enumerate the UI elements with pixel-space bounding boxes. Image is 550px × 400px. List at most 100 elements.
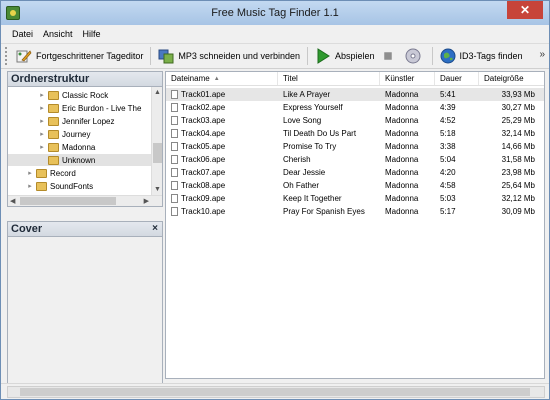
- column-header-filesize[interactable]: Dateigröße: [479, 72, 541, 85]
- tree-item-eric-burdon[interactable]: ▸ Eric Burdon - Live The: [38, 102, 151, 114]
- filename-text: Track10.ape: [181, 207, 226, 216]
- artist-cell: Madonna: [385, 116, 419, 125]
- scroll-right-icon[interactable]: ▶: [144, 197, 149, 205]
- title-cell: Love Song: [283, 116, 322, 125]
- folder-icon: [48, 116, 59, 126]
- toolbar-separator: [431, 47, 433, 65]
- filename-text: Track05.ape: [181, 142, 226, 151]
- file-row[interactable]: Track01.ape Like A Prayer Madonna 5:41 3…: [166, 88, 544, 101]
- expand-icon[interactable]: ▸: [38, 91, 46, 99]
- scroll-thumb[interactable]: [153, 143, 162, 163]
- tree-item-label: Classic Rock: [62, 90, 109, 100]
- expand-icon[interactable]: ▸: [38, 130, 46, 138]
- cover-close-icon[interactable]: ×: [152, 222, 158, 236]
- file-row[interactable]: Track02.ape Express Yourself Madonna 4:3…: [166, 101, 544, 114]
- tree-item-label: Unknown: [62, 155, 96, 165]
- tree-horizontal-scrollbar[interactable]: ◀ ▶: [8, 195, 162, 206]
- size-cell: 14,66 Mb: [501, 142, 535, 151]
- duration-cell: 5:41: [440, 90, 456, 99]
- file-icon: [171, 194, 178, 203]
- file-row[interactable]: Track05.ape Promise To Try Madonna 3:38 …: [166, 140, 544, 153]
- toolbar-grip[interactable]: [5, 47, 8, 65]
- duration-cell: 4:39: [440, 103, 456, 112]
- tree-item-label: Madonna: [62, 142, 96, 152]
- close-button[interactable]: ✕: [507, 1, 543, 19]
- column-header-artist[interactable]: Künstler: [380, 72, 435, 85]
- file-row[interactable]: Track08.ape Oh Father Madonna 4:58 25,64…: [166, 179, 544, 192]
- stop-icon: [383, 52, 392, 60]
- filename-text: Track01.ape: [181, 90, 226, 99]
- file-row[interactable]: Track07.ape Dear Jessie Madonna 4:20 23,…: [166, 166, 544, 179]
- column-header-filename[interactable]: Dateiname ▲: [166, 72, 278, 85]
- duration-cell: 5:17: [440, 207, 456, 216]
- mp3-cut-button[interactable]: MP3 schneiden und verbinden: [154, 45, 304, 67]
- title-cell: Keep It Together: [283, 194, 342, 203]
- filename-cell: Track02.ape: [166, 103, 278, 112]
- stop-button[interactable]: [379, 45, 401, 67]
- file-list[interactable]: Dateiname ▲ Titel Künstler Dauer Dateigr…: [165, 71, 545, 379]
- tree-item-classic-rock[interactable]: ▸ Classic Rock: [38, 89, 151, 101]
- menu-bar: Datei Ansicht Hilfe: [1, 25, 549, 43]
- folder-icon: [48, 142, 59, 152]
- toolbar-overflow-button[interactable]: »: [539, 49, 545, 60]
- column-header-duration[interactable]: Dauer: [435, 72, 479, 85]
- folder-tree[interactable]: ▸ Classic Rock ▸ Eric Burdon - Live The …: [7, 87, 163, 207]
- find-tags-button[interactable]: ID3-Tags finden: [436, 45, 527, 67]
- expand-icon[interactable]: ▸: [26, 182, 34, 190]
- tree-item-unknown[interactable]: Unknown: [8, 154, 151, 166]
- title-cell: Oh Father: [283, 181, 320, 190]
- cd-button[interactable]: [401, 45, 429, 67]
- file-row[interactable]: Track03.ape Love Song Madonna 4:52 25,29…: [166, 114, 544, 127]
- file-row[interactable]: Track10.ape Pray For Spanish Eyes Madonn…: [166, 205, 544, 218]
- artist-cell: Madonna: [385, 181, 419, 190]
- tag-editor-button[interactable]: Fortgeschrittener Tageditor: [12, 45, 147, 67]
- expand-icon[interactable]: ▸: [26, 169, 34, 177]
- tree-item-madonna[interactable]: ▸ Madonna: [38, 141, 151, 153]
- find-tags-label: ID3-Tags finden: [459, 51, 523, 61]
- play-button[interactable]: Abspielen: [311, 45, 379, 67]
- tree-item-jennifer-lopez[interactable]: ▸ Jennifer Lopez: [38, 115, 151, 127]
- title-cell: Dear Jessie: [283, 168, 326, 177]
- tree-item-soundfonts[interactable]: ▸ SoundFonts: [26, 180, 151, 192]
- expand-icon[interactable]: ▸: [38, 143, 46, 151]
- expand-icon[interactable]: ▸: [38, 104, 46, 112]
- scroll-left-icon[interactable]: ◀: [10, 197, 15, 205]
- size-cell: 33,93 Mb: [501, 90, 535, 99]
- menu-datei[interactable]: Datei: [7, 29, 38, 39]
- artist-cell: Madonna: [385, 90, 419, 99]
- tree-item-journey[interactable]: ▸ Journey: [38, 128, 151, 140]
- app-window: Free Music Tag Finder 1.1 ✕ Datei Ansich…: [0, 0, 550, 400]
- file-row[interactable]: Track09.ape Keep It Together Madonna 5:0…: [166, 192, 544, 205]
- title-bar: Free Music Tag Finder 1.1 ✕: [1, 1, 549, 25]
- column-header-label: Dateiname: [171, 73, 210, 83]
- folder-icon: [36, 181, 47, 191]
- file-icon: [171, 103, 178, 112]
- folder-panel-header: Ordnerstruktur: [7, 71, 163, 87]
- artist-cell: Madonna: [385, 142, 419, 151]
- column-header-title[interactable]: Titel: [278, 72, 380, 85]
- filename-text: Track08.ape: [181, 181, 226, 190]
- filename-cell: Track05.ape: [166, 142, 278, 151]
- file-icon: [171, 116, 178, 125]
- file-row[interactable]: Track06.ape Cherish Madonna 5:04 31,58 M…: [166, 153, 544, 166]
- artist-cell: Madonna: [385, 103, 419, 112]
- menu-ansicht[interactable]: Ansicht: [38, 29, 78, 39]
- scroll-up-icon[interactable]: ▲: [152, 87, 162, 98]
- tree-item-label: Record: [50, 168, 76, 178]
- expand-icon[interactable]: ▸: [38, 117, 46, 125]
- file-row[interactable]: Track04.ape Til Death Do Us Part Madonna…: [166, 127, 544, 140]
- toolbar-separator: [306, 47, 308, 65]
- size-cell: 25,64 Mb: [501, 181, 535, 190]
- status-bar: [1, 383, 549, 399]
- menu-hilfe[interactable]: Hilfe: [78, 29, 106, 39]
- tree-item-record[interactable]: ▸ Record: [26, 167, 151, 179]
- file-icon: [171, 129, 178, 138]
- artist-cell: Madonna: [385, 207, 419, 216]
- size-cell: 30,27 Mb: [501, 103, 535, 112]
- tree-vertical-scrollbar[interactable]: ▲ ▼: [151, 87, 162, 195]
- play-icon: [317, 48, 330, 64]
- scroll-thumb[interactable]: [20, 197, 116, 205]
- scroll-down-icon[interactable]: ▼: [152, 184, 162, 195]
- title-cell: Cherish: [283, 155, 311, 164]
- artist-cell: Madonna: [385, 129, 419, 138]
